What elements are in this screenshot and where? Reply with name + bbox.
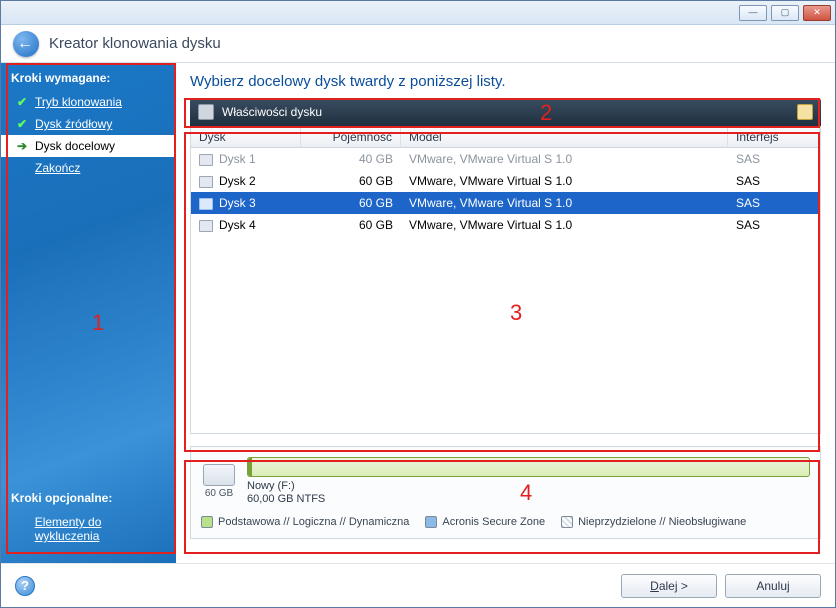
legend-swatch-primary xyxy=(201,516,213,528)
partition-panel: 60 GB Nowy (F:) 60,00 GB NTFS Podstawowa… xyxy=(190,446,821,539)
help-button[interactable]: ? xyxy=(15,576,35,596)
sidebar-required-heading: Kroki wymagane: xyxy=(1,69,176,91)
disk-table: Dysk Pojemność Model Interfejs Dysk 1 40… xyxy=(190,126,821,434)
sidebar-optional-heading: Kroki opcjonalne: xyxy=(1,489,176,511)
sidebar-item-clone-mode[interactable]: ✔ Tryb klonowania xyxy=(1,91,176,113)
sidebar-item-source-disk[interactable]: ✔ Dysk źródłowy xyxy=(1,113,176,135)
sidebar-item-label: Zakończ xyxy=(35,161,80,175)
cell-model: VMware, VMware Virtual S 1.0 xyxy=(401,172,728,190)
col-disk[interactable]: Dysk xyxy=(191,127,301,147)
page-title: Kreator klonowania dysku xyxy=(49,35,221,52)
cell-model: VMware, VMware Virtual S 1.0 xyxy=(401,194,728,212)
next-button[interactable]: Dalej > xyxy=(621,574,717,598)
sidebar-item-label: Elementy do wykluczenia xyxy=(35,515,166,543)
back-arrow-icon: ← xyxy=(17,35,33,53)
partition-label: Nowy (F:) 60,00 GB NTFS xyxy=(247,480,810,506)
cell-disk: Dysk 1 xyxy=(219,152,256,166)
sidebar: Kroki wymagane: ✔ Tryb klonowania ✔ Dysk… xyxy=(1,63,176,563)
back-button[interactable]: ← xyxy=(13,31,39,57)
selected-disk-icon: 60 GB xyxy=(201,464,237,499)
cell-model: VMware, VMware Virtual S 1.0 xyxy=(401,216,728,234)
partition-legend: Podstawowa // Logiczna // Dynamiczna Acr… xyxy=(201,516,810,528)
cell-interface: SAS xyxy=(728,194,820,212)
header: ← Kreator klonowania dysku xyxy=(1,25,835,63)
partition-segment-primary xyxy=(247,457,810,477)
cancel-button[interactable]: Anuluj xyxy=(725,574,821,598)
minimize-button[interactable]: — xyxy=(739,5,767,21)
current-step-icon: ➔ xyxy=(17,139,29,153)
table-header: Dysk Pojemność Model Interfejs xyxy=(191,127,820,148)
disk-icon xyxy=(199,198,213,210)
maximize-button[interactable]: ▢ xyxy=(771,5,799,21)
sidebar-item-finish[interactable]: Zakończ xyxy=(1,157,176,179)
footer: ? Dalej > Anuluj xyxy=(1,563,835,607)
propbar-action-icon[interactable] xyxy=(797,104,813,120)
cell-capacity: 60 GB xyxy=(301,194,401,212)
cell-disk: Dysk 4 xyxy=(219,218,256,232)
main: Wybierz docelowy dysk twardy z poniższej… xyxy=(176,63,835,563)
cell-capacity: 40 GB xyxy=(301,150,401,168)
disk-icon xyxy=(199,176,213,188)
legend-unallocated: Nieprzydzielone // Nieobsługiwane xyxy=(561,516,746,528)
cell-interface: SAS xyxy=(728,172,820,190)
maximize-icon: ▢ xyxy=(781,8,790,17)
legend-swatch-unallocated xyxy=(561,516,573,528)
cell-disk: Dysk 3 xyxy=(219,196,256,210)
table-row[interactable]: Dysk 4 60 GB VMware, VMware Virtual S 1.… xyxy=(191,214,820,236)
instruction-text: Wybierz docelowy dysk twardy z poniższej… xyxy=(190,73,821,90)
titlebar: — ▢ ✕ xyxy=(1,1,835,25)
table-body: Dysk 1 40 GB VMware, VMware Virtual S 1.… xyxy=(191,148,820,433)
body: Kroki wymagane: ✔ Tryb klonowania ✔ Dysk… xyxy=(1,63,835,563)
table-row[interactable]: Dysk 3 60 GB VMware, VMware Virtual S 1.… xyxy=(191,192,820,214)
selected-disk-total: 60 GB xyxy=(205,488,233,499)
cell-capacity: 60 GB xyxy=(301,216,401,234)
sidebar-item-label: Dysk źródłowy xyxy=(35,117,112,131)
minimize-icon: — xyxy=(749,8,758,17)
sidebar-item-exclusions[interactable]: Elementy do wykluczenia xyxy=(1,511,176,547)
col-model[interactable]: Model xyxy=(401,127,728,147)
col-interface[interactable]: Interfejs xyxy=(728,127,820,147)
disk-properties-bar[interactable]: Właściwości dysku xyxy=(190,98,821,126)
cell-interface: SAS xyxy=(728,216,820,234)
legend-asz: Acronis Secure Zone xyxy=(425,516,545,528)
help-icon: ? xyxy=(21,578,29,593)
check-icon: ✔ xyxy=(17,95,29,109)
sidebar-item-label: Tryb klonowania xyxy=(35,95,122,109)
close-button[interactable]: ✕ xyxy=(803,5,831,21)
cell-disk: Dysk 2 xyxy=(219,174,256,188)
drive-icon xyxy=(203,464,235,486)
close-icon: ✕ xyxy=(813,8,821,17)
legend-swatch-asz xyxy=(425,516,437,528)
check-icon: ✔ xyxy=(17,117,29,131)
disk-icon xyxy=(198,104,214,120)
wizard-window: — ▢ ✕ ← Kreator klonowania dysku Kroki w… xyxy=(0,0,836,608)
disk-icon xyxy=(199,220,213,232)
disk-icon xyxy=(199,154,213,166)
cell-interface: SAS xyxy=(728,150,820,168)
cell-model: VMware, VMware Virtual S 1.0 xyxy=(401,150,728,168)
legend-primary: Podstawowa // Logiczna // Dynamiczna xyxy=(201,516,409,528)
col-capacity[interactable]: Pojemność xyxy=(301,127,401,147)
disk-properties-label: Właściwości dysku xyxy=(222,105,322,119)
partition-bar[interactable]: Nowy (F:) 60,00 GB NTFS xyxy=(247,457,810,506)
table-row[interactable]: Dysk 2 60 GB VMware, VMware Virtual S 1.… xyxy=(191,170,820,192)
cell-capacity: 60 GB xyxy=(301,172,401,190)
table-row[interactable]: Dysk 1 40 GB VMware, VMware Virtual S 1.… xyxy=(191,148,820,170)
sidebar-item-target-disk[interactable]: ➔ Dysk docelowy xyxy=(1,135,176,157)
sidebar-item-label: Dysk docelowy xyxy=(35,139,115,153)
